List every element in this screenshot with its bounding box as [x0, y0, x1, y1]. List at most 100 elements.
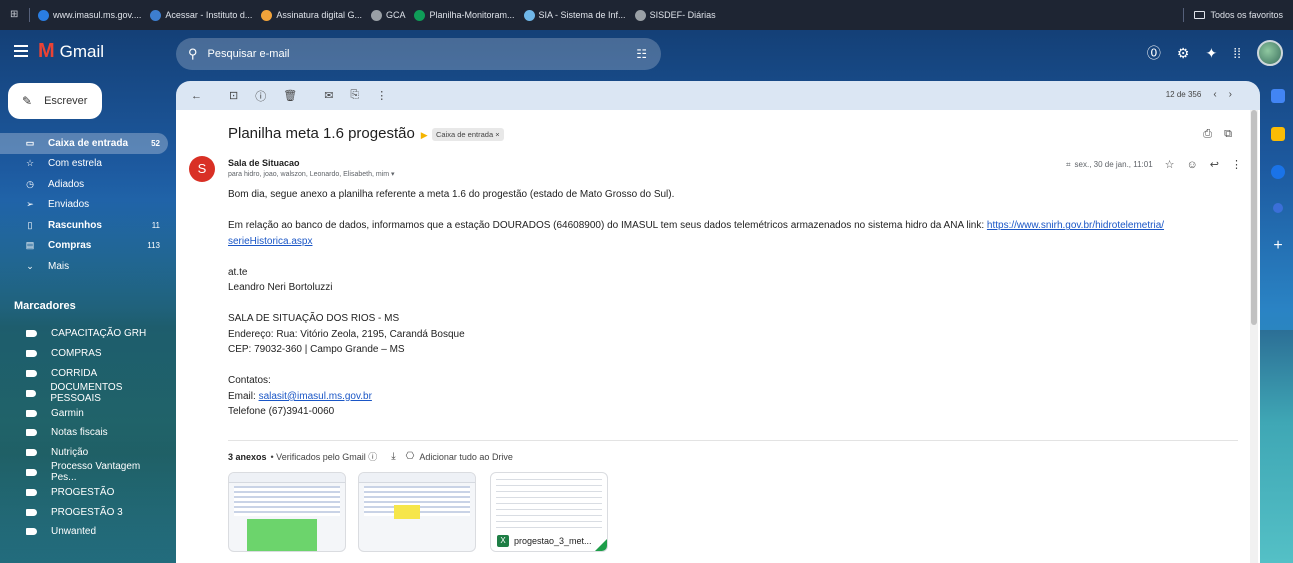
compose-label: Escrever [44, 95, 88, 107]
bookmark-label: www.imasul.ms.gov.... [53, 10, 142, 20]
gemini-icon[interactable]: ✦ [1205, 43, 1217, 63]
label-tag-icon [26, 409, 37, 417]
open-new-window-icon[interactable]: ⧉ [1224, 128, 1232, 141]
scrollbar[interactable] [1250, 110, 1258, 563]
add-addon-icon[interactable]: + [1266, 237, 1290, 255]
label-text: Unwanted [51, 526, 97, 538]
body-text: Em relação ao banco de dados, informamos… [228, 220, 987, 232]
keep-icon[interactable] [1271, 127, 1285, 141]
bookmark-item[interactable]: www.imasul.ms.gov.... [38, 9, 142, 21]
compose-button[interactable]: ✎ Escrever [8, 83, 102, 119]
label-item[interactable]: CAPACITAÇÃO GRH [0, 324, 168, 344]
cart-icon: ▤ [25, 240, 35, 251]
label-text: Notas fiscais [51, 427, 108, 439]
label-item[interactable]: PROGESTÃO [0, 482, 168, 502]
label-text: Nutrição [51, 447, 89, 459]
sender-avatar[interactable]: S [189, 156, 215, 182]
email-link[interactable]: salasit@imasul.ms.gov.br [259, 391, 372, 402]
bookmark-icon [261, 9, 273, 21]
archive-icon[interactable]: ⊡ [229, 89, 238, 102]
attachment-thumbnail[interactable]: X progestao_3_met... [490, 472, 608, 552]
sender-name[interactable]: Sala de Situacao [228, 158, 300, 168]
apps-icon[interactable]: ⁞⁞ [1233, 43, 1241, 63]
recipients[interactable]: para hidro, joao, walszon, Leonardo, Eli… [228, 170, 395, 178]
back-arrow-icon[interactable]: ← [191, 90, 202, 102]
draft-icon: ▯ [27, 219, 33, 230]
sidebar-item-1[interactable]: ☆ Com estrela [0, 154, 168, 175]
sidebar-item-4[interactable]: ▯ Rascunhos 11 [0, 215, 168, 236]
label-text: Garmin [51, 407, 84, 419]
delete-icon[interactable]: 🗑 [283, 89, 297, 102]
label-item[interactable]: DOCUMENTOS PESSOAIS [0, 382, 168, 404]
bookmark-item[interactable]: Acessar - Instituto d... [150, 9, 252, 21]
attachment-thumbnail[interactable] [358, 472, 476, 552]
download-all-icon[interactable]: ⤓ [391, 451, 395, 462]
more-options-icon[interactable]: ⋮ [1231, 158, 1242, 171]
mark-unread-icon[interactable]: ✉ [324, 89, 333, 102]
sidebar-item-3[interactable]: ➢ Enviados [0, 195, 168, 216]
label-item[interactable]: CORRIDA [0, 364, 168, 384]
label-item[interactable]: COMPRAS [0, 344, 168, 364]
print-icon[interactable]: ⎙ [1203, 128, 1212, 141]
contacts-icon[interactable] [1273, 203, 1283, 213]
excel-icon: X [497, 535, 509, 547]
calendar-icon[interactable] [1271, 89, 1285, 103]
label-item[interactable]: Processo Vantagem Pes... [0, 461, 168, 483]
bookmark-item[interactable]: GCA [370, 9, 405, 21]
sidebar-item-0[interactable]: ▭ Caixa de entrada 52 [0, 133, 168, 154]
emoji-icon[interactable]: ☺ [1187, 159, 1198, 171]
label-item[interactable]: Notas fiscais [0, 423, 168, 443]
sidebar-item-count: 52 [151, 138, 160, 148]
all-favorites[interactable]: Todos os favoritos [1183, 8, 1283, 22]
search-input[interactable]: Pesquisar e-mail [208, 48, 290, 60]
bookmark-item[interactable]: Assinatura digital G... [261, 9, 362, 21]
pager: 12 de 356 ‹ › [1166, 89, 1232, 100]
reply-icon[interactable]: ↩ [1210, 158, 1219, 171]
star-icon[interactable]: ☆ [1165, 158, 1175, 171]
move-to-icon[interactable]: ⎘ [350, 89, 359, 102]
add-to-drive-icon[interactable]: ⎔ [406, 451, 415, 462]
attachment-icon: ⌗ [1066, 159, 1071, 169]
sidebar-item-2[interactable]: ◷ Adiados [0, 174, 168, 195]
search-options-icon[interactable]: ☷ [636, 47, 647, 61]
sidebar-item-label: Adiados [48, 178, 85, 190]
label-tag-icon [26, 449, 37, 457]
label-item[interactable]: Garmin [0, 403, 168, 423]
label-item[interactable]: Unwanted [0, 522, 168, 542]
help-icon[interactable]: ⓪ [1147, 43, 1161, 63]
snirh-link[interactable]: https://www.snirh.gov.br/hidrotelemetria… [987, 220, 1164, 231]
report-spam-icon[interactable]: ⓘ [255, 88, 266, 104]
folder-icon [1194, 11, 1206, 19]
gmail-logo[interactable]: M Gmail [38, 40, 104, 63]
apps-grid-icon[interactable]: ⊞ [10, 10, 20, 20]
bookmarks-bar: ⊞ www.imasul.ms.gov.... Acessar - Institu… [0, 0, 1293, 30]
label-tag-icon [26, 429, 37, 437]
search-icon[interactable]: ⚲ [188, 46, 198, 62]
tasks-icon[interactable] [1271, 165, 1285, 179]
bookmark-item[interactable]: Planilha-Monitoram... [414, 9, 515, 21]
bookmark-item[interactable]: SISDEF- Diárias [634, 9, 716, 21]
attachment-thumbnail[interactable] [228, 472, 346, 552]
inbox-label-chip[interactable]: Caixa de entrada × [432, 128, 504, 141]
settings-icon[interactable]: ⚙ [1177, 43, 1190, 63]
more-icon[interactable]: ⋮ [376, 89, 387, 102]
sidebar-item-label: Enviados [48, 199, 90, 211]
bookmark-label: Assinatura digital G... [276, 10, 362, 20]
next-icon[interactable]: › [1229, 89, 1232, 100]
body-line: Contatos: [228, 375, 271, 387]
sidebar-item-label: Mais [48, 260, 70, 272]
search-bar[interactable]: ⚲ Pesquisar e-mail ☷ [176, 38, 661, 70]
main-menu-button[interactable] [14, 45, 28, 57]
important-icon[interactable]: ▶ [421, 130, 428, 140]
add-to-drive-label[interactable]: Adicionar tudo ao Drive [419, 452, 513, 462]
label-item[interactable]: Nutrição [0, 443, 168, 463]
label-item[interactable]: PROGESTÃO 3 [0, 502, 168, 522]
prev-icon[interactable]: ‹ [1213, 89, 1216, 100]
snirh-link-cont[interactable]: serieHistorica.aspx [228, 236, 312, 247]
body-line: Leandro Neri Bortoluzzi [228, 282, 333, 294]
sidebar-item-6[interactable]: ⌄ Mais [0, 256, 168, 277]
sidebar-item-5[interactable]: ▤ Compras 113 [0, 236, 168, 257]
avatar[interactable] [1257, 40, 1283, 66]
bookmark-item[interactable]: SIA - Sistema de Inf... [523, 9, 626, 21]
divider [1183, 8, 1185, 22]
